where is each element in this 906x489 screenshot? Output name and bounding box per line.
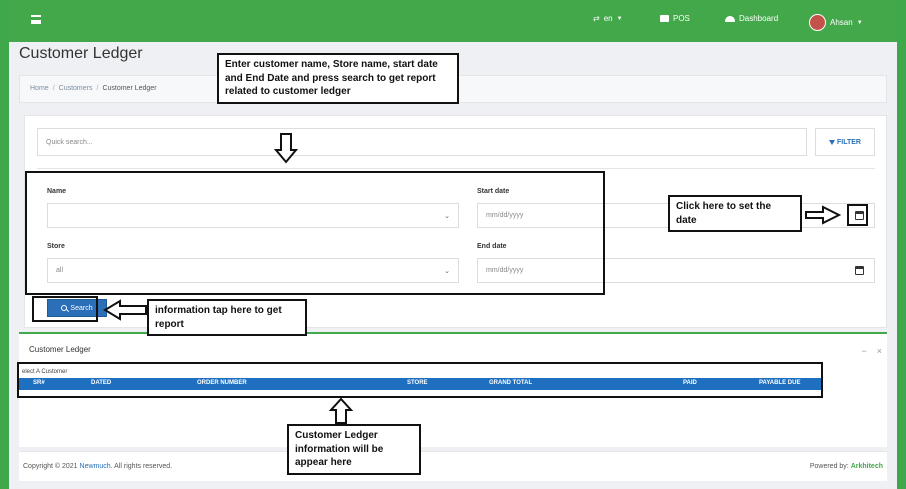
breadcrumb-current: Customer Ledger bbox=[102, 85, 157, 92]
hamburger-menu-icon[interactable] bbox=[31, 15, 41, 24]
dashboard-link[interactable]: Dashboard bbox=[725, 14, 778, 23]
avatar bbox=[809, 14, 826, 31]
search-highlight-box bbox=[32, 296, 98, 322]
calendar-icon[interactable] bbox=[855, 266, 864, 275]
minimize-icon[interactable]: − bbox=[861, 346, 866, 356]
copyright-prefix: Copyright © 2021 bbox=[23, 463, 78, 470]
breadcrumb-separator: / bbox=[96, 85, 99, 92]
filter-button[interactable]: FILTER bbox=[815, 128, 875, 156]
powered-brand-link[interactable]: Arkhitech bbox=[851, 463, 883, 470]
close-icon[interactable]: × bbox=[877, 346, 882, 356]
instruction-note-date: Click here to set the date bbox=[668, 195, 802, 232]
pos-icon bbox=[660, 15, 669, 22]
user-name: Ahsan bbox=[830, 18, 853, 27]
filter-label: FILTER bbox=[837, 138, 861, 146]
page-title: Customer Ledger bbox=[19, 45, 143, 62]
copyright-brand-link[interactable]: Newmuch. bbox=[80, 463, 113, 470]
table-highlight-box bbox=[17, 362, 823, 398]
divider bbox=[37, 168, 875, 169]
calendar-highlight-box bbox=[847, 204, 868, 226]
language-label: en bbox=[603, 14, 613, 23]
instruction-note-ledger: Customer Ledger information will be appe… bbox=[287, 424, 421, 475]
filter-icon bbox=[829, 139, 835, 145]
ledger-title: Customer Ledger bbox=[29, 345, 91, 354]
chevron-down-icon: ▼ bbox=[856, 19, 863, 26]
instruction-note-search: information tap here to get report bbox=[147, 299, 307, 336]
dashboard-icon bbox=[725, 15, 735, 22]
breadcrumb-separator: / bbox=[52, 85, 55, 92]
copyright-suffix: All rights reserved. bbox=[114, 463, 173, 470]
app-frame: ⇄ en ▼ POS Dashboard Ahsan ▼ Customer Le… bbox=[9, 0, 897, 489]
chevron-down-icon: ▼ bbox=[616, 15, 623, 22]
powered-by: Powered by: Arkhitech bbox=[810, 463, 883, 470]
top-navbar: ⇄ en ▼ POS Dashboard Ahsan ▼ bbox=[9, 0, 897, 42]
breadcrumb-customers[interactable]: Customers bbox=[59, 85, 93, 92]
language-dropdown[interactable]: ⇄ en ▼ bbox=[593, 14, 623, 23]
quick-search-input[interactable]: Quick search... bbox=[37, 128, 807, 156]
footer: Copyright © 2021 Newmuch. All rights res… bbox=[19, 451, 887, 481]
translate-icon: ⇄ bbox=[593, 14, 600, 23]
user-menu[interactable]: Ahsan ▼ bbox=[809, 14, 863, 31]
instruction-note-top: Enter customer name, Store name, start d… bbox=[217, 53, 459, 104]
form-highlight-box bbox=[25, 171, 605, 295]
card-tools: − × bbox=[861, 346, 882, 356]
pos-label: POS bbox=[673, 14, 690, 23]
dashboard-label: Dashboard bbox=[739, 14, 779, 23]
breadcrumb: Home / Customers / Customer Ledger bbox=[30, 85, 157, 92]
breadcrumb-home[interactable]: Home bbox=[30, 85, 49, 92]
pos-link[interactable]: POS bbox=[660, 14, 690, 23]
copyright-text: Copyright © 2021 Newmuch. All rights res… bbox=[23, 463, 172, 470]
powered-prefix: Powered by: bbox=[809, 463, 849, 470]
